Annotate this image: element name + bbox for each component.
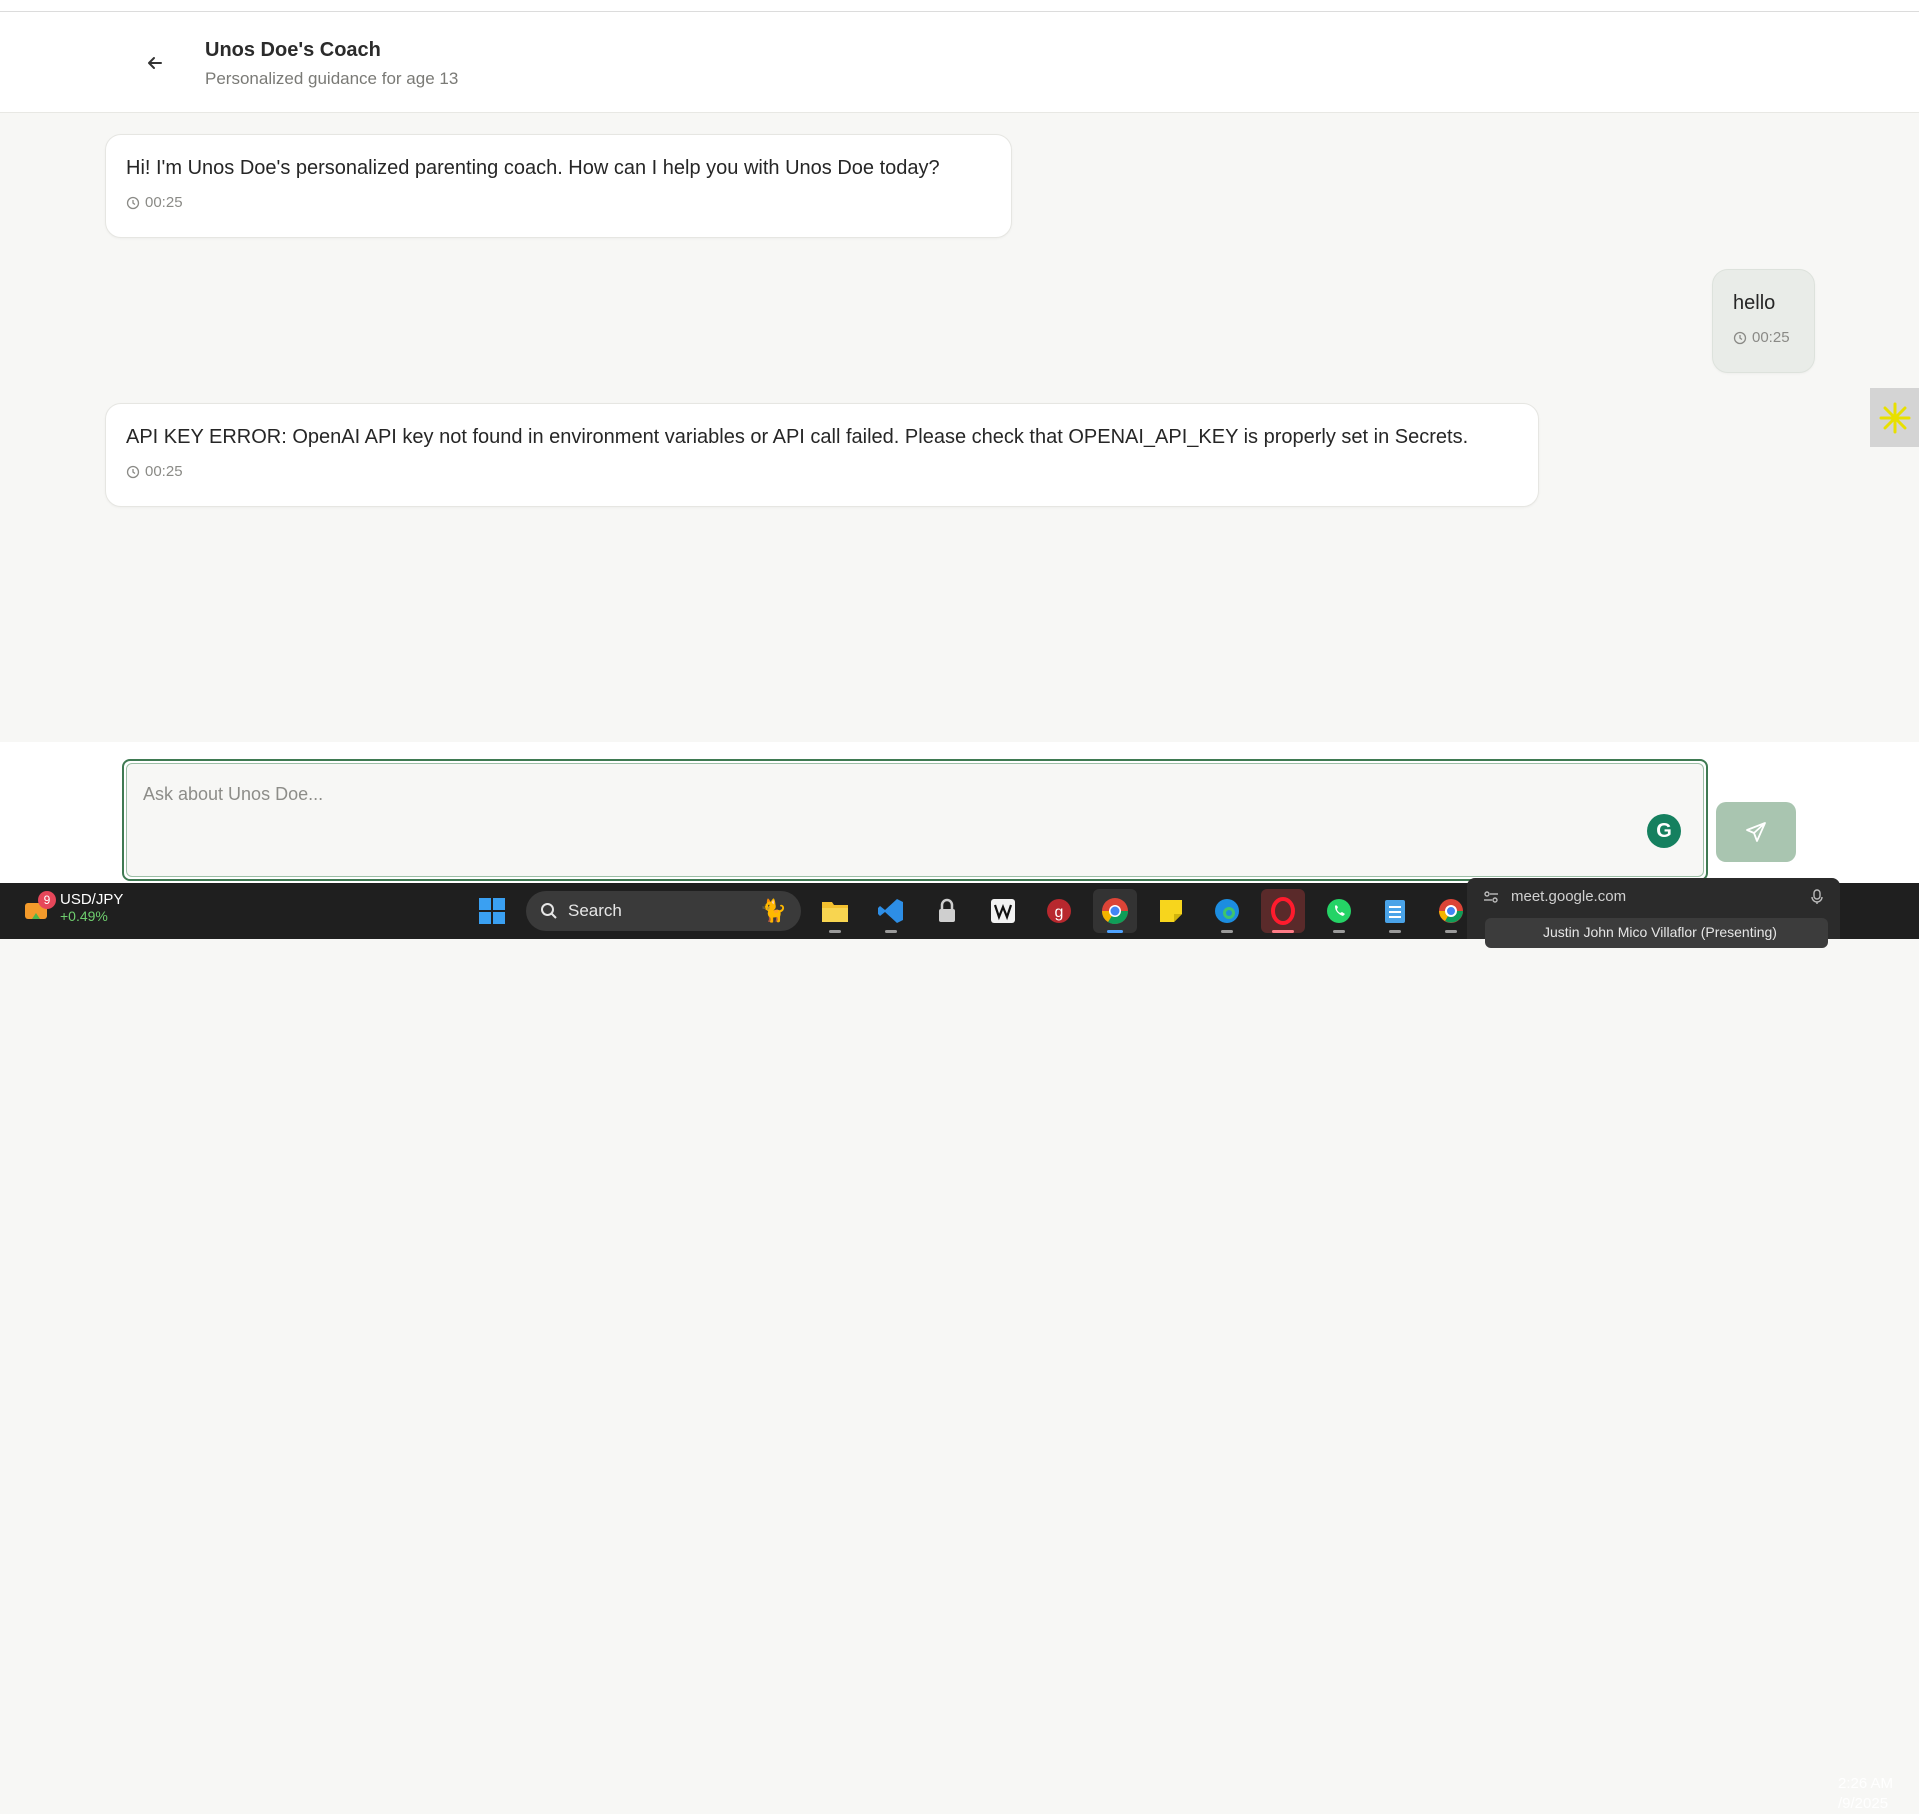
presenter-label: Justin John Mico Villaflor (Presenting)	[1485, 918, 1828, 948]
start-button[interactable]	[470, 889, 514, 933]
top-strip	[0, 0, 1919, 12]
page-subtitle: Personalized guidance for age 13	[205, 69, 459, 88]
message-text: hello	[1733, 292, 1776, 314]
cat-icon: 🐈	[759, 898, 787, 923]
red-app-icon[interactable]: g	[1037, 889, 1081, 933]
file-explorer-icon[interactable]	[813, 889, 857, 933]
timestamp-text: 00:25	[1752, 329, 1790, 346]
vscode-icon[interactable]	[869, 889, 913, 933]
chat-header: Unos Doe's Coach Personalized guidance f…	[0, 12, 1919, 113]
clock-icon	[126, 196, 140, 209]
chat-thread: Hi! I'm Unos Doe's personalized parentin…	[0, 114, 1919, 742]
chrome-icon[interactable]	[1093, 889, 1137, 933]
whatsapp-icon[interactable]	[1317, 889, 1361, 933]
site-settings-icon	[1484, 890, 1498, 903]
ticker-change: +0.49%	[60, 908, 108, 924]
side-widget-button[interactable]	[1870, 388, 1919, 447]
send-icon	[1746, 822, 1766, 842]
sticky-notes-icon[interactable]	[1149, 889, 1193, 933]
meet-pip-popup[interactable]: meet.google.com Justin John Mico Villafl…	[1467, 878, 1840, 948]
stock-widget[interactable]: 9 USD/JPY +0.49%	[22, 890, 124, 924]
message-text: Hi! I'm Unos Doe's personalized parentin…	[126, 157, 940, 179]
notepad-icon[interactable]	[1373, 889, 1417, 933]
ticker-symbol: USD/JPY	[60, 891, 124, 908]
ticker-icon: 9	[22, 890, 56, 923]
assistant-message: API KEY ERROR: OpenAI API key not found …	[105, 403, 1539, 507]
taskbar-apps: Search 🐈 g	[470, 889, 1473, 933]
back-button[interactable]	[140, 48, 170, 78]
taskbar-search[interactable]: Search 🐈	[526, 891, 801, 931]
edge-icon[interactable]	[1205, 889, 1249, 933]
clock-icon	[126, 465, 140, 478]
svg-text:g: g	[1055, 904, 1064, 921]
send-button[interactable]	[1716, 802, 1796, 862]
opera-icon[interactable]	[1261, 889, 1305, 933]
assistant-message: Hi! I'm Unos Doe's personalized parentin…	[105, 134, 1012, 238]
message-text: API KEY ERROR: OpenAI API key not found …	[126, 426, 1469, 448]
lock-app-icon[interactable]	[925, 889, 969, 933]
microphone-icon	[1811, 888, 1823, 904]
message-timestamp: 00:25	[1733, 329, 1794, 346]
message-timestamp: 00:25	[126, 463, 1518, 480]
clock-icon	[1733, 331, 1747, 344]
message-input-container: G	[126, 763, 1704, 877]
search-label: Search	[568, 901, 622, 920]
message-input[interactable]	[127, 764, 1703, 876]
windows-icon	[479, 898, 505, 924]
composer: G	[0, 742, 1919, 883]
user-message: hello 00:25	[1712, 269, 1815, 373]
clock-date: /9/2025	[1838, 1795, 1889, 1812]
message-timestamp: 00:25	[126, 194, 991, 211]
arrow-left-icon	[148, 57, 162, 69]
timestamp-text: 00:25	[145, 194, 183, 211]
clock-time: 2:26 AM	[1838, 1775, 1894, 1792]
timestamp-text: 00:25	[145, 463, 183, 480]
meet-url: meet.google.com	[1511, 888, 1627, 905]
message-input-frame: G	[122, 759, 1708, 881]
notification-badge: 9	[38, 890, 56, 909]
search-icon	[541, 903, 557, 919]
grammarly-icon[interactable]: G	[1647, 814, 1681, 848]
asterisk-icon	[1879, 402, 1910, 433]
notion-like-icon[interactable]	[981, 889, 1025, 933]
page-title: Unos Doe's Coach	[205, 39, 381, 61]
system-clock[interactable]: 2:26 AM /9/2025	[1838, 1774, 1893, 1814]
